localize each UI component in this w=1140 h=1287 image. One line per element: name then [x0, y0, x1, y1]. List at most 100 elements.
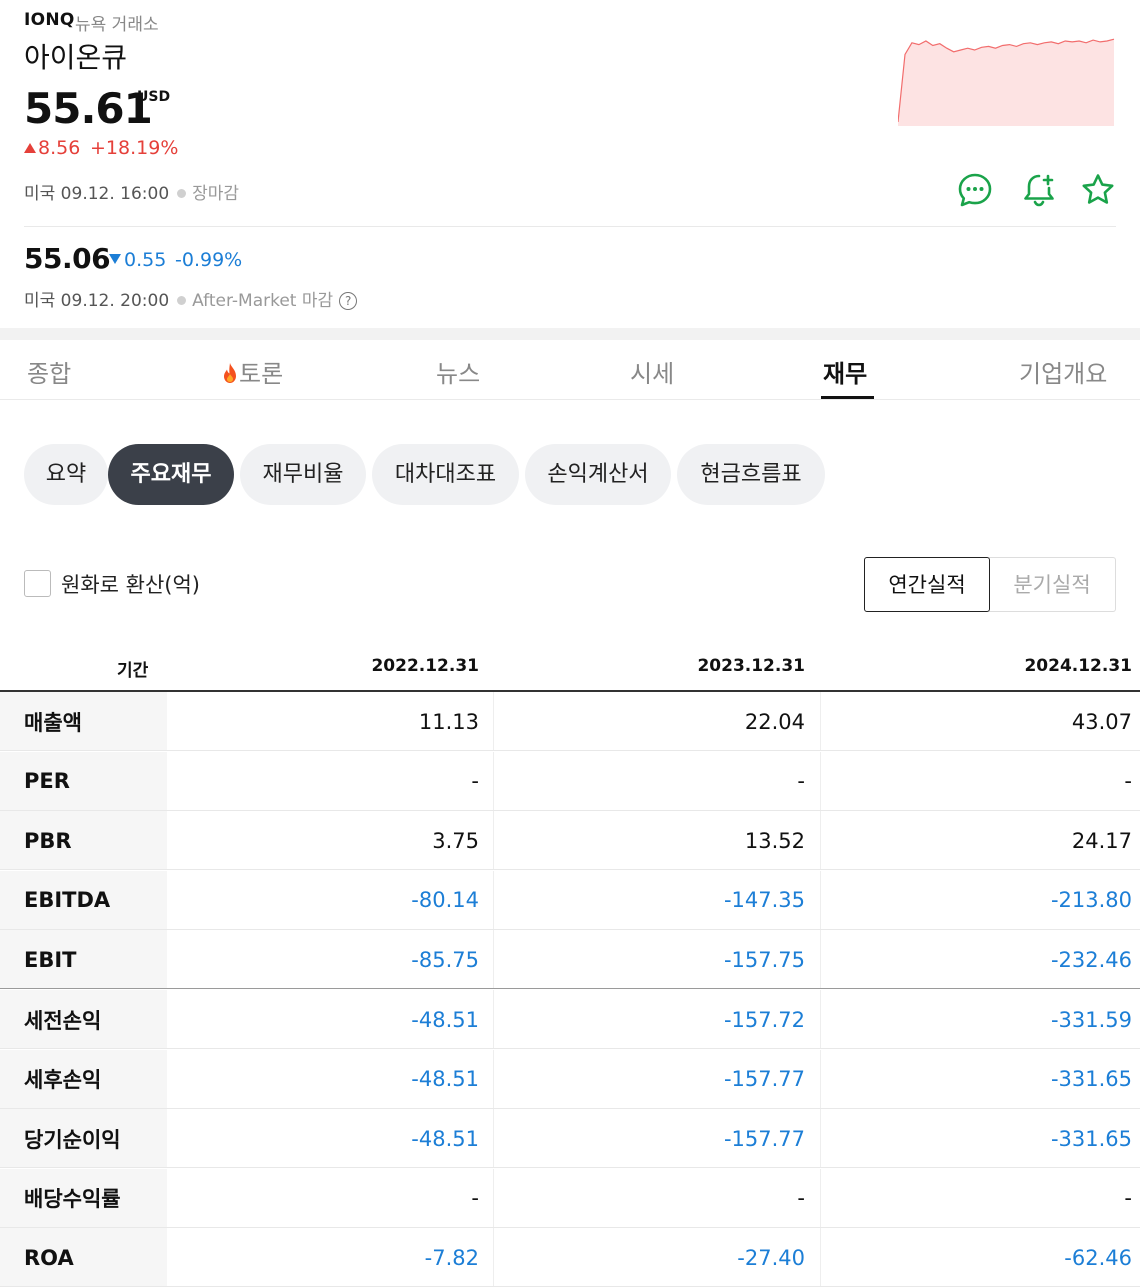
chat-icon — [958, 173, 992, 207]
tab-overview[interactable]: 종합 — [27, 354, 71, 389]
column-divider — [493, 1049, 494, 1109]
table-cell: 43.07 — [1071, 709, 1132, 734]
row-label: EBITDA — [0, 870, 167, 930]
table-row: ROA -7.82 -27.40 -62.46 — [0, 1228, 1140, 1287]
stock-name: 아이온큐 — [24, 41, 128, 74]
tab-company-overview[interactable]: 기업개요 — [1019, 354, 1107, 389]
tab-discussion-label: 토론 — [239, 360, 284, 388]
subtab-financial-ratios[interactable]: 재무비율 — [240, 444, 366, 505]
table-row: 세후손익 -48.51 -157.77 -331.65 — [0, 1049, 1140, 1109]
table-cell: -331.65 — [1050, 1067, 1132, 1092]
table-cell: -147.35 — [723, 888, 805, 913]
column-divider — [493, 1228, 494, 1287]
row-label: PER — [0, 751, 167, 811]
after-market-price: 55.06 — [24, 242, 111, 275]
table-cell: -213.80 — [1050, 888, 1132, 913]
market-status: 장마감 — [192, 184, 240, 204]
currency-label: USD — [137, 89, 171, 105]
table-row: 배당수익률 - - - — [0, 1168, 1140, 1228]
discussion-button[interactable] — [957, 172, 993, 208]
column-divider — [493, 692, 494, 751]
table-row: 당기순이익 -48.51 -157.77 -331.65 — [0, 1109, 1140, 1169]
column-header: 2022.12.31 — [371, 656, 479, 676]
table-cell: -62.46 — [1064, 1245, 1132, 1270]
column-header: 2023.12.31 — [697, 656, 805, 676]
subtab-balance-sheet[interactable]: 대차대조표 — [372, 444, 519, 505]
table-cell: -331.59 — [1050, 1007, 1132, 1032]
table-cell: -27.40 — [737, 1245, 805, 1270]
column-divider — [820, 692, 821, 751]
row-label: 배당수익률 — [0, 1168, 167, 1228]
column-divider — [820, 1049, 821, 1109]
column-divider — [493, 1109, 494, 1169]
section-band — [0, 328, 1140, 340]
krw-convert-label[interactable]: 원화로 환산(억) — [61, 569, 200, 599]
table-cell: -232.46 — [1050, 947, 1132, 972]
after-market-change: 0.55 — [124, 249, 167, 271]
tab-news[interactable]: 뉴스 — [436, 354, 480, 389]
table-cell: -48.51 — [411, 1126, 479, 1151]
table-cell: -7.82 — [424, 1245, 479, 1270]
status-dot-icon — [177, 296, 187, 305]
table-cell: -157.77 — [723, 1126, 805, 1151]
price-sparkline — [898, 38, 1115, 126]
row-label: PBR — [0, 811, 167, 871]
table-cell: -157.75 — [723, 947, 805, 972]
subtab-income-statement[interactable]: 손익계산서 — [525, 444, 671, 505]
table-row: PER - - - — [0, 751, 1140, 811]
tabs-divider — [0, 399, 1140, 400]
column-divider — [820, 751, 821, 811]
subtab-key-financials[interactable]: 주요재무 — [108, 444, 234, 505]
row-label: 세전손익 — [0, 990, 167, 1049]
column-divider — [493, 1168, 494, 1228]
row-label: 세후손익 — [0, 1049, 167, 1109]
help-icon[interactable]: ? — [339, 292, 358, 310]
table-row: EBITDA -80.14 -147.35 -213.80 — [0, 870, 1140, 930]
column-divider — [820, 990, 821, 1049]
market-time: 미국 09.12. 16:00 — [24, 184, 170, 204]
tab-quotes[interactable]: 시세 — [630, 354, 674, 389]
quarterly-button[interactable]: 분기실적 — [989, 557, 1116, 612]
table-cell: - — [471, 769, 479, 794]
column-divider — [493, 811, 494, 871]
table-row: 매출액 11.13 22.04 43.07 — [0, 692, 1140, 751]
column-divider — [493, 930, 494, 990]
table-cell: - — [1124, 769, 1132, 794]
column-divider — [820, 1228, 821, 1287]
price-alert-button[interactable] — [1021, 172, 1057, 208]
table-cell: 24.17 — [1071, 828, 1132, 853]
up-arrow-icon — [24, 143, 36, 153]
subtab-summary[interactable]: 요약 — [24, 444, 108, 505]
table-cell: - — [797, 1186, 805, 1211]
column-divider — [820, 870, 821, 930]
period-header: 기간 — [117, 661, 149, 681]
star-icon — [1082, 174, 1114, 204]
table-cell: - — [471, 1186, 479, 1211]
subtab-cash-flow[interactable]: 현금흐름표 — [677, 444, 825, 505]
after-market-time-row: 미국 09.12. 20:00 After-Market 마감? — [24, 286, 358, 311]
tab-discussion[interactable]: 토론 — [221, 354, 283, 389]
annual-button[interactable]: 연간실적 — [864, 557, 990, 612]
favorite-button[interactable] — [1080, 172, 1116, 208]
row-label: ROA — [0, 1228, 167, 1287]
table-cell: -85.75 — [411, 947, 479, 972]
after-market-change-pct: -0.99% — [175, 249, 243, 271]
column-divider — [820, 1109, 821, 1169]
header-divider — [24, 226, 1116, 227]
after-market-label: After-Market 마감 — [192, 291, 334, 311]
table-cell: 13.52 — [744, 828, 805, 853]
bell-plus-icon — [1024, 174, 1054, 207]
table-row: 세전손익 -48.51 -157.72 -331.59 — [0, 990, 1140, 1049]
fire-icon — [224, 363, 236, 383]
column-divider — [820, 1168, 821, 1228]
ticker-symbol: IONQ — [24, 10, 75, 30]
sparkline-area — [898, 39, 1114, 126]
status-dot-icon — [177, 189, 187, 198]
table-cell: -157.77 — [723, 1067, 805, 1092]
after-market-time: 미국 09.12. 20:00 — [24, 291, 170, 311]
tab-financials[interactable]: 재무 — [823, 354, 867, 389]
krw-convert-checkbox[interactable] — [24, 570, 51, 597]
column-header: 2024.12.31 — [1024, 656, 1132, 676]
column-divider — [493, 870, 494, 930]
column-divider — [820, 930, 821, 990]
